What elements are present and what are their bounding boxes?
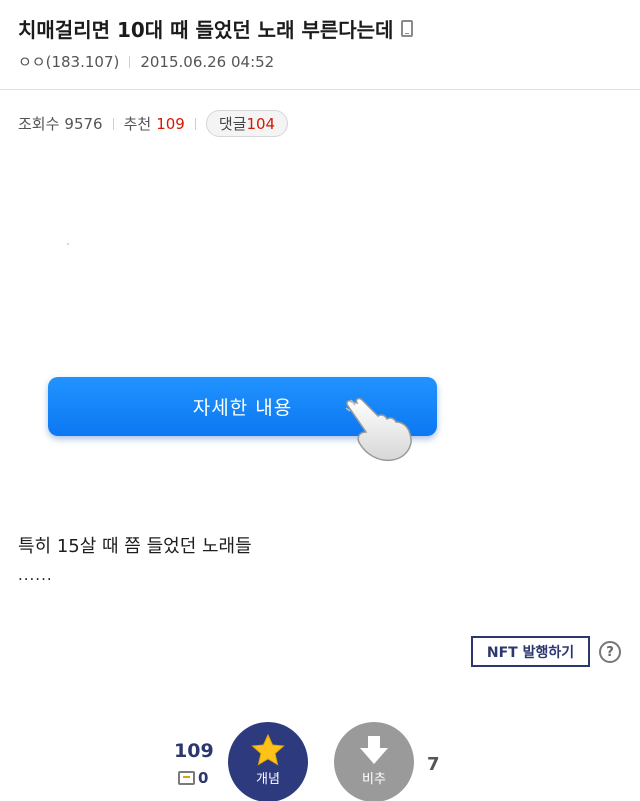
post-stats: 조회수 9576 추천 109 댓글 104 (18, 110, 289, 137)
author-name[interactable]: ㅇㅇ(183.107) (18, 51, 119, 72)
post-body-text: 특히 15살 때 쯤 들었던 노래들 (18, 536, 252, 557)
fix-count-row: 0 (178, 769, 208, 787)
post-body-ellipsis: ...... (18, 566, 53, 584)
fix-count: 0 (198, 769, 209, 787)
star-icon (251, 734, 285, 766)
down-arrow-icon (360, 736, 388, 764)
downvote-button[interactable]: 비추 (334, 722, 414, 801)
recommend-label: 추천 (123, 115, 152, 133)
post-title-text: 치매걸리면 10대 때 들었던 노래 부른다는데 (18, 18, 394, 42)
stats-separator (112, 117, 114, 130)
image-artifact (67, 243, 69, 245)
post-date: 2015.06.26 04:52 (140, 52, 275, 71)
recommend-count: 109 (156, 114, 185, 133)
upvote-count: 109 (174, 740, 214, 762)
upvote-button[interactable]: 개념 (228, 722, 308, 801)
upvote-label: 개념 (256, 772, 280, 787)
post-title: 치매걸리면 10대 때 들었던 노래 부른다는데 (18, 14, 414, 43)
comments-count: 104 (246, 114, 276, 133)
help-icon[interactable]: ? (599, 641, 621, 663)
meta-separator (129, 55, 131, 68)
downvote-count: 7 (427, 754, 440, 775)
comments-button[interactable]: 댓글 104 (205, 110, 289, 137)
comments-label: 댓글 (218, 115, 247, 133)
mobile-icon (401, 20, 414, 37)
hand-pointer-icon (345, 397, 412, 462)
post-meta: ㅇㅇ(183.107) 2015.06.26 04:52 (18, 51, 274, 72)
views-label: 조회수 (18, 115, 60, 133)
stats-separator (194, 117, 196, 130)
fix-icon (178, 771, 195, 785)
nft-mint-button[interactable]: NFT 발행하기 (471, 636, 590, 667)
views-count: 9576 (64, 114, 103, 133)
downvote-label: 비추 (362, 772, 386, 787)
header-divider (0, 89, 640, 90)
